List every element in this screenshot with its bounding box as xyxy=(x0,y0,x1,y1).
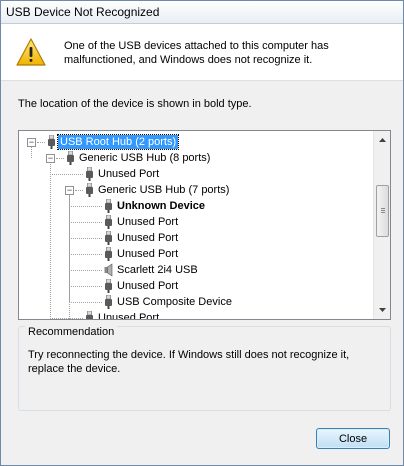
tree-item[interactable]: Scarlett 2i4 USB xyxy=(19,262,374,278)
close-button[interactable]: Close xyxy=(316,428,390,449)
recommendation-text: Try reconnecting the device. If Windows … xyxy=(28,349,350,375)
usb-plug-icon xyxy=(86,167,93,181)
tree-item[interactable]: Unused Port xyxy=(19,230,374,246)
tree-item-label: Generic USB Hub (8 ports) xyxy=(79,152,211,164)
tree-item-label: Generic USB Hub (7 ports) xyxy=(98,184,230,196)
collapse-toggle-icon[interactable]: − xyxy=(27,138,36,147)
dialog-window: USB Device Not Recognized One of the USB… xyxy=(0,0,404,466)
usb-hub-icon xyxy=(67,151,74,165)
tree-item[interactable]: Unknown Device xyxy=(19,198,374,214)
collapse-toggle-icon[interactable]: − xyxy=(65,186,74,195)
usb-plug-icon xyxy=(105,279,112,293)
usb-plug-icon xyxy=(105,295,112,309)
usb-hub-icon xyxy=(86,183,93,197)
usb-plug-icon xyxy=(105,231,112,245)
tree-item-label: Unused Port xyxy=(117,232,179,244)
vertical-scrollbar[interactable] xyxy=(373,131,390,319)
tree-item[interactable]: − Generic USB Hub (8 ports) xyxy=(19,150,374,166)
title-bar[interactable]: USB Device Not Recognized xyxy=(1,1,403,24)
tree-item-label: Unused Port xyxy=(98,312,160,320)
tree-item[interactable]: Unused Port xyxy=(19,166,374,182)
tree-item[interactable]: Unused Port xyxy=(19,278,374,294)
scrollbar-thumb[interactable] xyxy=(376,185,389,237)
tree-item-label: USB Root Hub (2 ports) xyxy=(56,134,180,150)
usb-hub-icon xyxy=(48,135,55,149)
device-tree-content: − USB Root Hub (2 ports) − Generic USB Hub … xyxy=(19,131,374,319)
tree-item[interactable]: USB Composite Device xyxy=(19,294,374,310)
usb-plug-icon xyxy=(86,311,93,319)
tree-item[interactable]: Unused Port xyxy=(19,310,374,320)
window-title: USB Device Not Recognized xyxy=(6,5,160,19)
warning-icon xyxy=(16,38,46,66)
recommendation-group: Recommendation Try reconnecting the devi… xyxy=(18,326,391,411)
tree-item-label: Scarlett 2i4 USB xyxy=(117,264,198,276)
tree-item-label: USB Composite Device xyxy=(117,296,232,308)
collapse-toggle-icon[interactable]: − xyxy=(46,154,55,163)
recommendation-heading: Recommendation xyxy=(25,326,118,338)
tree-item[interactable]: Unused Port xyxy=(19,246,374,262)
usb-plug-icon xyxy=(105,215,112,229)
tree-item-label: Unused Port xyxy=(117,248,179,260)
tree-item[interactable]: − USB Root Hub (2 ports) xyxy=(19,134,374,150)
tree-item-label: Unused Port xyxy=(117,280,179,292)
scroll-down-icon[interactable] xyxy=(375,302,390,318)
usb-plug-icon xyxy=(105,247,112,261)
device-tree[interactable]: − USB Root Hub (2 ports) − Generic USB Hub … xyxy=(18,130,391,320)
speaker-icon xyxy=(104,263,113,277)
tree-item-label: Unused Port xyxy=(98,168,160,180)
location-text: The location of the device is shown in b… xyxy=(18,98,252,110)
tree-item-label: Unknown Device xyxy=(117,200,206,212)
tree-item[interactable]: Unused Port xyxy=(19,214,374,230)
scroll-up-icon[interactable] xyxy=(375,132,390,148)
tree-item[interactable]: − Generic USB Hub (7 ports) xyxy=(19,182,374,198)
tree-item-label: Unused Port xyxy=(117,216,179,228)
usb-plug-icon xyxy=(105,199,112,213)
header-message: One of the USB devices attached to this … xyxy=(64,40,329,66)
header-panel: One of the USB devices attached to this … xyxy=(1,24,403,81)
